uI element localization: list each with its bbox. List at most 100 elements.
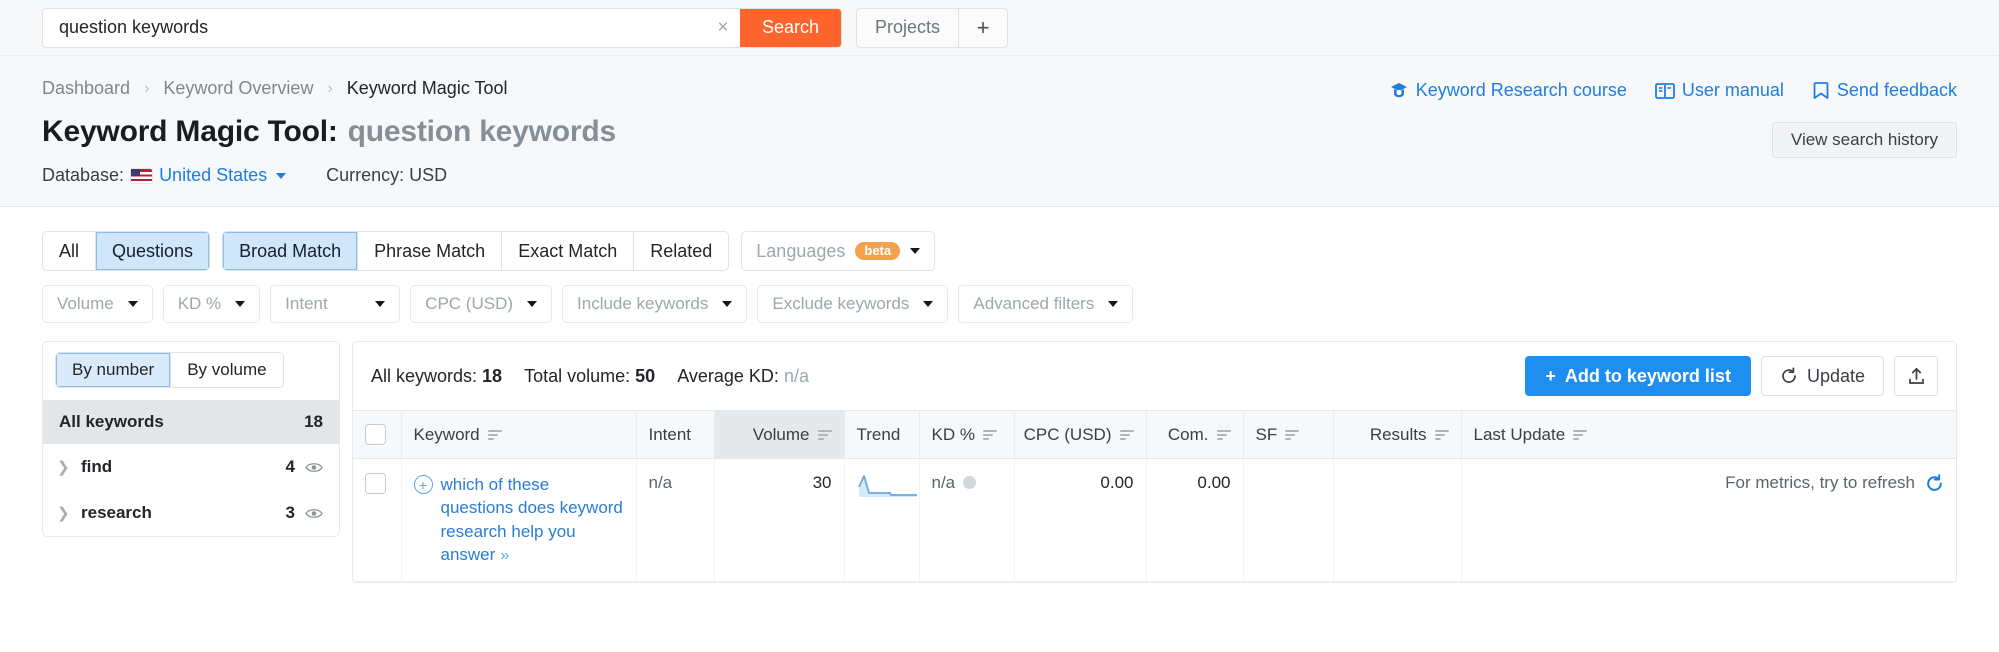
sort-icon[interactable]: [487, 429, 502, 440]
update-button[interactable]: Update: [1760, 356, 1884, 396]
last-update-text: For metrics, try to refresh: [1725, 473, 1915, 492]
column-kd-label: KD %: [931, 424, 975, 444]
user-manual-link[interactable]: User manual: [1654, 80, 1784, 101]
column-sf[interactable]: SF: [1243, 410, 1334, 459]
column-results[interactable]: Results: [1333, 410, 1462, 459]
cell-cpc: 0.00: [1014, 458, 1147, 583]
tab-all[interactable]: All: [43, 232, 97, 270]
filter-cpc[interactable]: CPC (USD): [410, 285, 553, 323]
sidebar-item-all-keywords[interactable]: All keywords 18: [43, 400, 339, 444]
column-volume[interactable]: Volume: [714, 410, 845, 459]
add-keyword-icon[interactable]: +: [413, 475, 433, 494]
sidebar-sort-toggle: By number By volume: [55, 352, 284, 388]
filter-include-keywords-label: Include keywords: [577, 294, 709, 313]
column-trend-label: Trend: [856, 424, 901, 444]
cell-intent: n/a: [636, 458, 715, 583]
refresh-metrics-icon[interactable]: [1925, 473, 1944, 493]
stat-average-kd: Average KD: n/a: [677, 366, 809, 387]
column-com[interactable]: Com.: [1146, 410, 1244, 459]
languages-dropdown[interactable]: Languages beta: [741, 231, 936, 271]
main-content: By number By volume All keywords 18 ❯ fi…: [0, 341, 1999, 584]
expand-keyword-icon[interactable]: »: [500, 547, 509, 564]
stat-total-volume-label: Total volume:: [524, 365, 631, 386]
export-button[interactable]: [1894, 356, 1938, 396]
tab-questions[interactable]: Questions: [96, 232, 210, 270]
sort-icon[interactable]: [817, 429, 832, 440]
results-table-card: All keywords: 18 Total volume: 50 Averag…: [352, 341, 1957, 584]
column-kd[interactable]: KD %: [919, 410, 1015, 459]
chevron-down-icon[interactable]: [276, 172, 287, 179]
filter-intent[interactable]: Intent: [270, 285, 401, 323]
database-value[interactable]: United States: [159, 165, 267, 186]
column-intent[interactable]: Intent: [636, 410, 715, 459]
sort-icon[interactable]: [1573, 429, 1588, 440]
add-to-keyword-list-button[interactable]: + Add to keyword list: [1525, 356, 1751, 396]
view-search-history-button[interactable]: View search history: [1771, 122, 1957, 158]
column-keyword[interactable]: Keyword: [401, 410, 637, 459]
breadcrumb-item-keyword-magic-tool: Keyword Magic Tool: [346, 78, 508, 98]
column-trend[interactable]: Trend: [844, 410, 920, 459]
filter-volume-label: Volume: [57, 294, 114, 313]
stat-average-kd-label: Average KD:: [677, 365, 779, 386]
select-all-checkbox[interactable]: [365, 424, 386, 445]
select-all-header: [353, 410, 402, 459]
tab-phrase-match[interactable]: Phrase Match: [358, 232, 503, 270]
filter-exclude-keywords-label: Exclude keywords: [772, 294, 910, 313]
keyword-research-course-label: Keyword Research course: [1415, 80, 1627, 100]
sidebar-toggle-by-volume[interactable]: By volume: [171, 353, 282, 387]
kd-difficulty-dot: [963, 476, 977, 489]
column-cpc[interactable]: CPC (USD): [1014, 410, 1147, 459]
sort-icon[interactable]: [982, 429, 997, 440]
tab-broad-match[interactable]: Broad Match: [223, 232, 359, 270]
cell-keyword: + which of these questions does keyword …: [401, 458, 637, 583]
sidebar-item-find[interactable]: ❯ find 4: [43, 444, 339, 490]
sidebar-item-count: 3: [285, 503, 295, 522]
chevron-right-icon[interactable]: ❯: [57, 458, 71, 476]
breadcrumb-separator-icon: ›: [144, 79, 150, 97]
sidebar-item-research[interactable]: ❯ research 3: [43, 490, 339, 536]
column-last-update[interactable]: Last Update: [1461, 410, 1956, 459]
sort-icon[interactable]: [1216, 429, 1231, 440]
keyword-research-course-link[interactable]: Keyword Research course: [1389, 80, 1627, 101]
languages-label: Languages: [756, 240, 846, 261]
filter-volume[interactable]: Volume: [42, 285, 153, 323]
tab-related[interactable]: Related: [634, 232, 728, 270]
filter-advanced[interactable]: Advanced filters: [958, 285, 1134, 323]
database-selector[interactable]: Database: United States: [42, 165, 287, 186]
filter-exclude-keywords[interactable]: Exclude keywords: [757, 285, 949, 323]
breadcrumb-item-keyword-overview[interactable]: Keyword Overview: [163, 78, 313, 99]
chevron-down-icon: [127, 301, 138, 307]
eye-icon[interactable]: [305, 461, 323, 474]
clear-search-icon[interactable]: ×: [706, 9, 740, 47]
filter-include-keywords[interactable]: Include keywords: [562, 285, 748, 323]
tab-exact-match[interactable]: Exact Match: [502, 232, 635, 270]
eye-icon[interactable]: [305, 507, 323, 520]
user-manual-label: User manual: [1681, 80, 1784, 100]
chevron-right-icon[interactable]: ❯: [57, 504, 71, 522]
sort-icon[interactable]: [1119, 429, 1134, 440]
column-cpc-label: CPC (USD): [1023, 424, 1112, 444]
sort-icon[interactable]: [1285, 429, 1300, 440]
page-header: Dashboard › Keyword Overview › Keyword M…: [0, 56, 1999, 207]
search-input[interactable]: [43, 8, 706, 47]
match-tabs: Broad Match Phrase Match Exact Match Rel…: [222, 231, 730, 271]
keyword-link[interactable]: which of these questions does keyword re…: [441, 473, 624, 567]
filter-cpc-label: CPC (USD): [425, 294, 514, 313]
refresh-icon: [1782, 367, 1796, 383]
currency-label: Currency:: [326, 165, 405, 185]
add-project-icon[interactable]: +: [959, 9, 1007, 47]
row-checkbox[interactable]: [365, 473, 386, 494]
filter-kd[interactable]: KD %: [162, 285, 261, 323]
send-feedback-link[interactable]: Send feedback: [1812, 80, 1957, 101]
projects-button[interactable]: Projects: [857, 8, 960, 47]
bookmark-icon: [1813, 82, 1829, 99]
sort-icon[interactable]: [1434, 429, 1449, 440]
sidebar-toggle-by-number[interactable]: By number: [56, 353, 172, 387]
breadcrumb-item-dashboard[interactable]: Dashboard: [42, 78, 130, 99]
sidebar-item-label: find: [81, 457, 113, 476]
keywords-table: Keyword Intent Volume Trend KD % CPC (US…: [353, 410, 1956, 583]
filter-dropdown-bar: Volume KD % Intent CPC (USD) Include key…: [42, 285, 1957, 323]
search-button[interactable]: Search: [739, 8, 841, 47]
table-row[interactable]: + which of these questions does keyword …: [353, 458, 1956, 583]
cell-com: 0.00: [1146, 458, 1244, 583]
